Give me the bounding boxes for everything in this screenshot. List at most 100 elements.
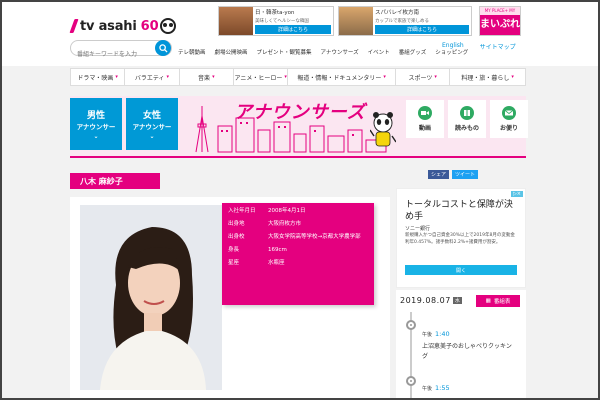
category-label: アニメ・ヒーロー xyxy=(234,74,283,82)
schedule-date: 2019.08.07 xyxy=(400,296,451,305)
category-label: 音楽 xyxy=(198,74,211,82)
sidebar-ad[interactable]: ▷× トータルコストと保障が決め手 ソニー銀行 新規購入かつ自己資金30%以上で… xyxy=(396,188,526,288)
letter-link[interactable]: お便り xyxy=(490,100,528,138)
category-label: バラエティ xyxy=(134,74,165,82)
tv-guide-label: 番組表 xyxy=(493,299,511,305)
profile-row: 出身校 大阪女学院高等学校→京都大学農学部 xyxy=(228,233,368,241)
category-variety[interactable]: バラエティ ▾ xyxy=(125,69,180,85)
category-label: スポーツ xyxy=(408,74,433,82)
program-schedule: 2019.08.07 水 ▦ 番組表 午後 1:40 上沼恵美子のおしゃべりクッキ… xyxy=(396,290,526,400)
time-value: 1:40 xyxy=(435,330,450,338)
topnav-item[interactable]: 劇場公開映画 xyxy=(215,48,248,56)
site-header: tv asahi 60 日・韓茶ta-yon 美味しくてヘルシーな韓国 詳細はこ… xyxy=(2,2,598,66)
share-buttons: シェア ツイート xyxy=(428,170,481,179)
announcer-photo xyxy=(80,205,222,390)
tv-asahi-logo[interactable]: tv asahi 60 xyxy=(69,16,176,36)
program-title[interactable]: 上沼恵美子のおしゃべりクッキング xyxy=(422,342,512,362)
ad-image xyxy=(339,7,373,35)
topnav-item[interactable]: イベント xyxy=(368,48,390,56)
top-nav: テレ朝動画 劇場公開映画 プレゼント・観覧募集 アナウンサーズ イベント 番組グ… xyxy=(178,48,477,56)
category-drama[interactable]: ドラマ・映画 ▾ xyxy=(71,69,126,85)
twitter-tweet-button[interactable]: ツイート xyxy=(452,170,479,179)
header-ad-2[interactable]: スパバレイ枚方南 カップルで家族で楽しめる 詳細はこちら xyxy=(338,6,472,36)
profile-row: 入社年月日 2008年4月1日 xyxy=(228,207,368,215)
panda-icon xyxy=(159,18,176,34)
logo-sixty: 60 xyxy=(140,18,159,34)
ad-brand: まいぷれ xyxy=(480,15,520,35)
profile-row: 出身地 大阪府枚方市 xyxy=(228,220,368,228)
male-announcer-button[interactable]: 男性 アナウンサー ⌄ xyxy=(70,98,122,150)
profile-row: 星座 水瓶座 xyxy=(228,259,368,267)
category-news[interactable]: 報道・情報・ドキュメンタリー ▾ xyxy=(288,69,396,85)
header-ad-3[interactable]: MY PLACE+ MY PLEASURE まいぷれ xyxy=(479,6,521,36)
category-label: ドラマ・映画 xyxy=(77,74,114,82)
time-value: 1:55 xyxy=(435,384,450,392)
ad-button[interactable]: 詳細はこちら xyxy=(375,25,469,34)
header-ad-1[interactable]: 日・韓茶ta-yon 美味しくてヘルシーな韓国 詳細はこちら xyxy=(218,6,334,36)
logo-slash-icon xyxy=(69,19,79,33)
ad-tagline: MY PLACE+ MY PLEASURE xyxy=(480,7,520,21)
ad-open-button[interactable]: 開く xyxy=(405,265,517,275)
facebook-share-button[interactable]: シェア xyxy=(428,170,450,179)
profile-row: 身長 169cm xyxy=(228,246,368,254)
profile-key: 身長 xyxy=(228,247,240,253)
reading-link[interactable]: 読みもの xyxy=(448,100,486,138)
mail-icon xyxy=(502,106,516,120)
category-sports[interactable]: スポーツ ▾ xyxy=(396,69,451,85)
program-time: 午後 1:55 xyxy=(422,384,450,392)
sitemap-link[interactable]: サイトマップ xyxy=(480,42,516,51)
link-label: 動画 xyxy=(418,125,431,132)
chevron-down-icon: ▾ xyxy=(115,74,118,80)
category-music[interactable]: 音楽 ▾ xyxy=(180,69,234,85)
chevron-down-icon: ▾ xyxy=(511,74,514,80)
category-lifestyle[interactable]: 料理・旅・暮らし ▾ xyxy=(450,69,525,85)
tv-guide-button[interactable]: ▦ 番組表 xyxy=(476,295,520,307)
profile-value: 大阪女学院高等学校→京都大学農学部 xyxy=(268,234,361,240)
chevron-down-icon: ▾ xyxy=(383,74,386,80)
topnav-item[interactable]: テレ朝動画 xyxy=(178,48,206,56)
video-link[interactable]: 動画 xyxy=(406,100,444,138)
ad-description: 新規購入かつ自己資金30%以上で2019年8月の変動金利年0.457%。諸手数料… xyxy=(405,233,515,245)
announcer-banner: 男性 アナウンサー ⌄ 女性 アナウンサー ⌄ アナウンサーズ 動画 読みもの … xyxy=(70,96,528,158)
profile-value: 2008年4月1日 xyxy=(268,208,306,214)
search-button[interactable] xyxy=(155,40,171,56)
button-sublabel: アナウンサー xyxy=(132,123,172,131)
ad-button[interactable]: 詳細はこちら xyxy=(255,25,331,34)
page-title: アナウンサーズ xyxy=(234,102,366,123)
ad-choices-icon[interactable]: ▷× xyxy=(510,191,523,197)
chevron-down-icon: ⌄ xyxy=(93,133,99,140)
profile-key: 出身地 xyxy=(228,221,245,227)
logo-text: tv asahi xyxy=(80,18,137,34)
book-icon xyxy=(460,106,474,120)
video-icon xyxy=(418,106,432,120)
search-input[interactable] xyxy=(71,47,151,62)
profile-value: 水瓶座 xyxy=(268,260,285,266)
calendar-icon: ▦ xyxy=(485,298,491,304)
topnav-item[interactable]: ショッピング xyxy=(435,48,468,56)
program-time: 午後 1:40 xyxy=(422,330,450,338)
chevron-down-icon: ▾ xyxy=(166,74,170,80)
time-ampm: 午後 xyxy=(422,386,433,392)
chevron-down-icon: ▾ xyxy=(212,74,215,80)
announcer-icon-links: 動画 読みもの お便り xyxy=(406,100,532,138)
schedule-day: 水 xyxy=(452,297,462,304)
topnav-item[interactable]: プレゼント・観覧募集 xyxy=(257,48,312,56)
ad-desc: カップルで家族で楽しめる xyxy=(375,18,429,24)
ad-headline: トータルコストと保障が決め手 xyxy=(405,200,513,222)
button-label: 男性 xyxy=(86,111,105,121)
link-label: お便り xyxy=(499,125,518,132)
schedule-header: 2019.08.07 水 xyxy=(400,296,462,305)
timeline-dot-icon xyxy=(406,376,416,386)
link-label: 読みもの xyxy=(454,125,479,132)
profile-key: 出身校 xyxy=(228,234,245,240)
category-label: 料理・旅・暮らし xyxy=(461,74,510,82)
button-label: 女性 xyxy=(142,111,161,121)
topnav-item[interactable]: 番組グッズ xyxy=(399,48,427,56)
ad-image xyxy=(219,7,253,35)
female-announcer-button[interactable]: 女性 アナウンサー ⌄ xyxy=(126,98,178,150)
topnav-item[interactable]: アナウンサーズ xyxy=(321,48,359,56)
search-box xyxy=(70,40,172,62)
category-anime[interactable]: アニメ・ヒーロー ▾ xyxy=(234,69,289,85)
profile-value: 169cm xyxy=(268,247,287,253)
chevron-down-icon: ▾ xyxy=(284,74,287,80)
